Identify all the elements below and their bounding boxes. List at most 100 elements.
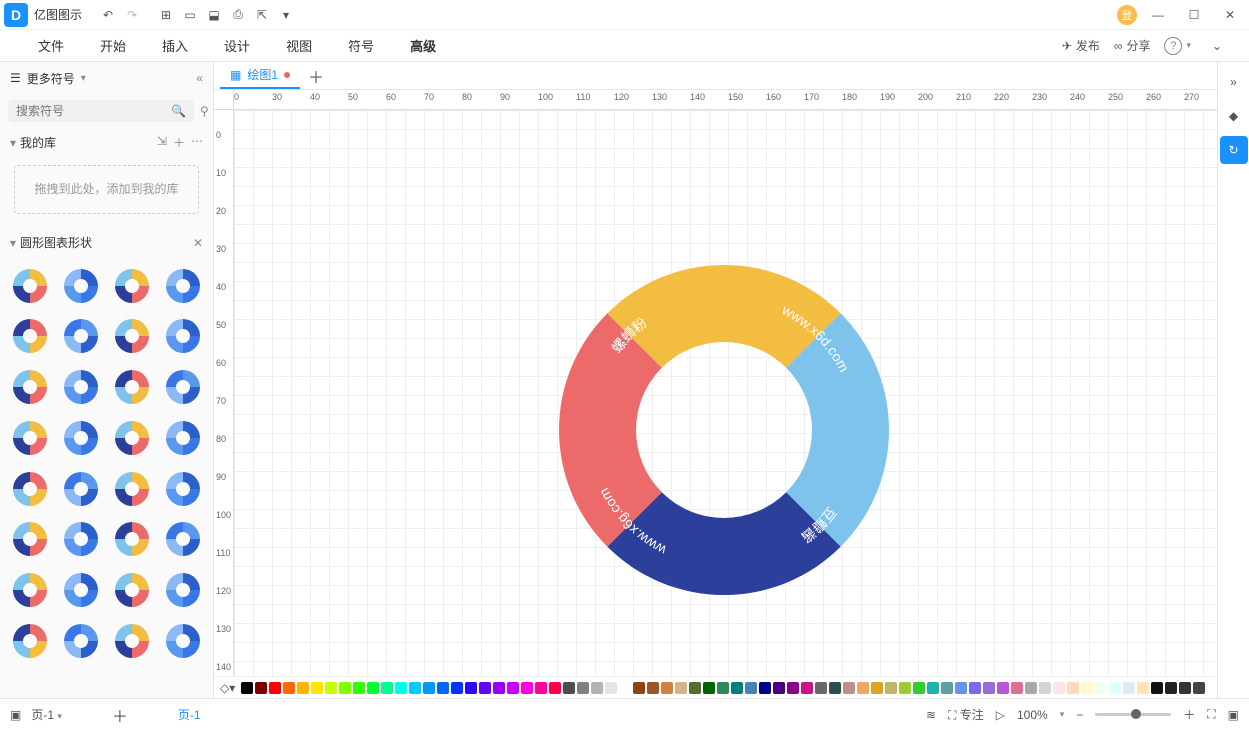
color-swatch[interactable] (913, 682, 925, 694)
color-swatch[interactable] (269, 682, 281, 694)
shape-thumb[interactable] (59, 263, 104, 308)
shape-thumb[interactable] (110, 517, 155, 562)
color-swatch[interactable] (899, 682, 911, 694)
color-swatch[interactable] (549, 682, 561, 694)
shape-thumb[interactable] (8, 618, 53, 663)
color-swatch[interactable] (339, 682, 351, 694)
color-swatch[interactable] (1081, 682, 1093, 694)
color-swatch[interactable] (1025, 682, 1037, 694)
color-swatch[interactable] (311, 682, 323, 694)
menu-home[interactable]: 开始 (82, 30, 144, 61)
color-swatch[interactable] (773, 682, 785, 694)
zoom-out-button[interactable]: − (1076, 708, 1083, 722)
shape-thumb[interactable] (110, 365, 155, 410)
menu-file[interactable]: 文件 (20, 30, 82, 61)
color-swatch[interactable] (1067, 682, 1079, 694)
color-swatch[interactable] (563, 682, 575, 694)
color-swatch[interactable] (731, 682, 743, 694)
menu-insert[interactable]: 插入 (144, 30, 206, 61)
color-swatch[interactable] (717, 682, 729, 694)
color-swatch[interactable] (493, 682, 505, 694)
maximize-button[interactable]: ☐ (1179, 3, 1209, 27)
color-swatch[interactable] (241, 682, 253, 694)
color-swatch[interactable] (535, 682, 547, 694)
color-swatch[interactable] (703, 682, 715, 694)
filter-icon[interactable]: ⚲ (200, 104, 209, 118)
shape-thumb[interactable] (110, 466, 155, 511)
add-tab-button[interactable]: ＋ (306, 64, 326, 88)
color-swatch[interactable] (829, 682, 841, 694)
focus-toggle[interactable]: ⛶ 专注 (948, 706, 984, 723)
shape-thumb[interactable] (160, 466, 205, 511)
color-swatch[interactable] (1137, 682, 1149, 694)
undo-icon[interactable]: ↶ (96, 3, 120, 27)
minimize-button[interactable]: — (1143, 3, 1173, 27)
play-icon[interactable]: ▷ (996, 708, 1005, 722)
color-swatch[interactable] (1039, 682, 1051, 694)
shape-thumb[interactable] (160, 314, 205, 359)
zoom-value[interactable]: 100% (1017, 708, 1048, 722)
search-field[interactable] (16, 104, 171, 118)
shape-thumb[interactable] (160, 263, 205, 308)
color-swatch[interactable] (465, 682, 477, 694)
shape-thumb[interactable] (160, 365, 205, 410)
color-swatch[interactable] (1011, 682, 1023, 694)
shape-thumb[interactable] (59, 314, 104, 359)
menu-design[interactable]: 设计 (206, 30, 268, 61)
layers-icon[interactable]: ≋ (926, 708, 936, 722)
export-icon[interactable]: ⇱ (250, 3, 274, 27)
color-swatch[interactable] (605, 682, 617, 694)
share-button[interactable]: ∞分享 (1114, 37, 1151, 54)
collapse-ribbon-icon[interactable]: ⌄ (1205, 34, 1229, 58)
color-swatch[interactable] (591, 682, 603, 694)
shape-thumb[interactable] (110, 415, 155, 460)
color-swatch[interactable] (675, 682, 687, 694)
shape-thumb[interactable] (160, 517, 205, 562)
color-swatch[interactable] (1193, 682, 1205, 694)
color-swatch[interactable] (759, 682, 771, 694)
color-swatch[interactable] (255, 682, 267, 694)
help-button[interactable]: ?▾ (1164, 37, 1191, 55)
redo-icon[interactable]: ↷ (120, 3, 144, 27)
color-swatch[interactable] (955, 682, 967, 694)
color-swatch[interactable] (367, 682, 379, 694)
color-swatch[interactable] (479, 682, 491, 694)
shape-thumb[interactable] (8, 517, 53, 562)
fullscreen-icon[interactable]: ▣ (1228, 708, 1239, 722)
more-icon[interactable]: ▾ (274, 3, 298, 27)
canvas[interactable]: www.x6d.com 豆瓣酱 www.x6g.com 螺蛳粉 (234, 110, 1217, 676)
shape-thumb[interactable] (160, 618, 205, 663)
color-swatch[interactable] (815, 682, 827, 694)
import-lib-icon[interactable]: ⇲ (157, 134, 167, 151)
shape-thumb[interactable] (160, 568, 205, 613)
zoom-in-button[interactable]: ＋ (1183, 706, 1195, 723)
shape-thumb[interactable] (59, 568, 104, 613)
zoom-slider[interactable] (1095, 713, 1171, 716)
color-swatch[interactable] (927, 682, 939, 694)
color-swatch[interactable] (857, 682, 869, 694)
fill-picker-icon[interactable]: ◇▾ (220, 681, 235, 695)
add-lib-icon[interactable]: ＋ (173, 134, 185, 151)
color-swatch[interactable] (633, 682, 645, 694)
color-swatch[interactable] (507, 682, 519, 694)
shape-thumb[interactable] (110, 568, 155, 613)
shape-thumb[interactable] (110, 263, 155, 308)
color-swatch[interactable] (1123, 682, 1135, 694)
color-swatch[interactable] (395, 682, 407, 694)
shape-thumb[interactable] (8, 568, 53, 613)
color-swatch[interactable] (745, 682, 757, 694)
publish-button[interactable]: ✈发布 (1062, 37, 1100, 54)
color-swatch[interactable] (661, 682, 673, 694)
tab-drawing1[interactable]: ▦ 绘图1 (220, 62, 300, 89)
circular-chart[interactable]: www.x6d.com 豆瓣酱 www.x6g.com 螺蛳粉 (554, 260, 894, 600)
fit-page-icon[interactable]: ⛶ (1207, 707, 1215, 722)
color-swatch[interactable] (297, 682, 309, 694)
color-swatch[interactable] (969, 682, 981, 694)
lib-more-icon[interactable]: ⋯ (191, 134, 203, 151)
user-avatar[interactable]: 登 (1117, 5, 1137, 25)
shape-thumb[interactable] (160, 415, 205, 460)
shape-thumb[interactable] (59, 517, 104, 562)
color-swatch[interactable] (325, 682, 337, 694)
pages-icon[interactable]: ▣ (10, 708, 21, 722)
add-page-button[interactable]: ＋ (112, 703, 128, 727)
